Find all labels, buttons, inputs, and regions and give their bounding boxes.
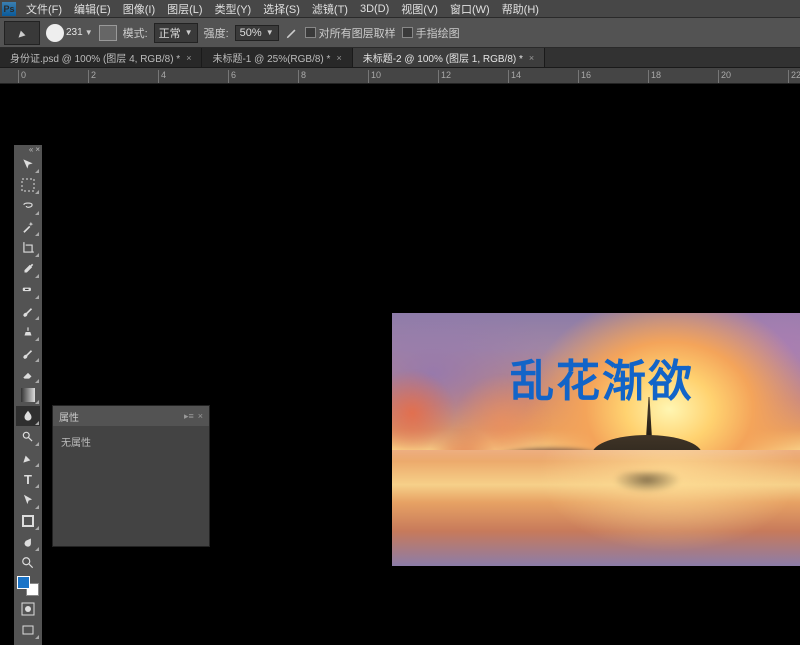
doc-tab-label: 未标题-1 @ 25%(RGB/8) * — [212, 50, 330, 65]
shape-tool[interactable] — [16, 511, 40, 531]
strength-label: 强度: — [204, 25, 229, 41]
ruler-tick: 6 — [228, 70, 236, 83]
tool-preset-picker[interactable] — [4, 21, 40, 45]
brush-tool[interactable] — [16, 301, 40, 321]
ruler-tick: 4 — [158, 70, 166, 83]
brush-panel-toggle[interactable] — [99, 25, 117, 41]
ruler-tick: 10 — [368, 70, 381, 83]
ps-logo-icon: Ps — [2, 2, 16, 16]
ruler-tick: 14 — [508, 70, 521, 83]
screen-mode-toggle[interactable] — [16, 620, 40, 640]
color-swatches[interactable] — [17, 576, 39, 596]
properties-panel: 属性 ▸≡ × 无属性 — [52, 405, 210, 547]
tools-panel-header[interactable]: «× — [14, 145, 42, 153]
mode-value: 正常 — [159, 25, 181, 41]
doc-tab-label: 未标题-2 @ 100% (图层 1, RGB/8) * — [363, 50, 523, 65]
strength-dropdown[interactable]: 50% ▼ — [235, 25, 279, 41]
menu-filter[interactable]: 滤镜(T) — [306, 0, 354, 19]
menu-view[interactable]: 视图(V) — [395, 0, 444, 19]
doc-tab-2[interactable]: 未标题-1 @ 25%(RGB/8) * × — [202, 48, 352, 67]
collapse-icon[interactable]: ▸≡ — [184, 411, 194, 422]
mode-label: 模式: — [123, 25, 148, 41]
properties-body: 无属性 — [53, 426, 209, 546]
mode-dropdown[interactable]: 正常 ▼ — [154, 23, 198, 43]
menu-edit[interactable]: 编辑(E) — [68, 0, 117, 19]
ruler-tick: 18 — [648, 70, 661, 83]
ruler-tick: 16 — [578, 70, 591, 83]
crop-tool[interactable] — [16, 238, 40, 258]
foreground-color-swatch[interactable] — [17, 576, 30, 589]
brush-preset-picker[interactable]: 231 ▼ — [46, 24, 93, 42]
path-selection-tool[interactable] — [16, 490, 40, 510]
eraser-tool[interactable] — [16, 364, 40, 384]
move-tool[interactable] — [16, 154, 40, 174]
tools-panel: «× T — [14, 145, 42, 645]
eyedropper-tool[interactable] — [16, 259, 40, 279]
menu-window[interactable]: 窗口(W) — [444, 0, 496, 19]
ruler-tick: 0 — [18, 70, 26, 83]
island-reflection — [592, 472, 702, 508]
brush-preview-icon — [46, 24, 64, 42]
menu-file[interactable]: 文件(F) — [20, 0, 68, 19]
close-icon[interactable]: × — [198, 411, 203, 422]
checkbox-icon — [402, 27, 413, 38]
hand-tool[interactable] — [16, 532, 40, 552]
pen-tool[interactable] — [16, 448, 40, 468]
canvas-image: 乱花渐欲 — [392, 313, 800, 566]
menu-3d[interactable]: 3D(D) — [354, 1, 395, 17]
finger-paint-label: 手指绘图 — [416, 25, 460, 41]
tablet-pressure-icon[interactable] — [285, 26, 299, 40]
quick-mask-toggle[interactable] — [16, 599, 40, 619]
chevron-down-icon: ▼ — [85, 28, 93, 37]
history-brush-tool[interactable] — [16, 343, 40, 363]
document-tabs: 身份证.psd @ 100% (图层 4, RGB/8) * × 未标题-1 @… — [0, 48, 800, 68]
sample-all-layers-checkbox[interactable]: 对所有图层取样 — [305, 25, 396, 41]
menu-type[interactable]: 类型(Y) — [209, 0, 258, 19]
sample-all-label: 对所有图层取样 — [319, 25, 396, 41]
ruler-tick: 20 — [718, 70, 731, 83]
properties-title: 属性 — [59, 409, 79, 424]
menu-select[interactable]: 选择(S) — [257, 0, 306, 19]
gradient-tool[interactable] — [16, 385, 40, 405]
ruler-tick: 22 — [788, 70, 800, 83]
smudge-tool[interactable] — [16, 406, 40, 426]
zoom-tool[interactable] — [16, 553, 40, 573]
dodge-tool[interactable] — [16, 427, 40, 447]
ruler-tick: 8 — [298, 70, 306, 83]
marquee-tool[interactable] — [16, 175, 40, 195]
options-bar: 231 ▼ 模式: 正常 ▼ 强度: 50% ▼ 对所有图层取样 手指绘图 — [0, 18, 800, 48]
document-canvas[interactable]: 乱花渐欲 — [392, 313, 800, 566]
menu-bar: Ps 文件(F) 编辑(E) 图像(I) 图层(L) 类型(Y) 选择(S) 滤… — [0, 0, 800, 18]
horizontal-ruler: 0 2 4 6 8 10 12 14 16 18 20 22 — [0, 68, 800, 84]
strength-value: 50% — [240, 27, 262, 39]
brush-size-value: 231 — [66, 27, 83, 38]
ruler-tick: 2 — [88, 70, 96, 83]
lasso-tool[interactable] — [16, 196, 40, 216]
properties-panel-header[interactable]: 属性 ▸≡ × — [53, 406, 209, 426]
magic-wand-tool[interactable] — [16, 217, 40, 237]
chevron-down-icon: ▼ — [266, 28, 274, 37]
healing-brush-tool[interactable] — [16, 280, 40, 300]
type-tool[interactable]: T — [16, 469, 40, 489]
close-icon[interactable]: × — [186, 53, 191, 63]
chevron-down-icon: ▼ — [185, 28, 193, 37]
menu-help[interactable]: 帮助(H) — [496, 0, 545, 19]
finger-painting-checkbox[interactable]: 手指绘图 — [402, 25, 460, 41]
menu-image[interactable]: 图像(I) — [117, 0, 161, 19]
doc-tab-1[interactable]: 身份证.psd @ 100% (图层 4, RGB/8) * × — [0, 48, 202, 67]
menu-layer[interactable]: 图层(L) — [161, 0, 208, 19]
close-icon[interactable]: × — [529, 53, 534, 63]
clone-stamp-tool[interactable] — [16, 322, 40, 342]
text-layer[interactable]: 乱花渐欲 — [510, 345, 694, 409]
doc-tab-3[interactable]: 未标题-2 @ 100% (图层 1, RGB/8) * × — [353, 48, 545, 67]
ruler-tick: 12 — [438, 70, 451, 83]
close-icon[interactable]: × — [336, 53, 341, 63]
doc-tab-label: 身份证.psd @ 100% (图层 4, RGB/8) * — [10, 50, 180, 65]
properties-empty-text: 无属性 — [61, 438, 91, 449]
checkbox-icon — [305, 27, 316, 38]
